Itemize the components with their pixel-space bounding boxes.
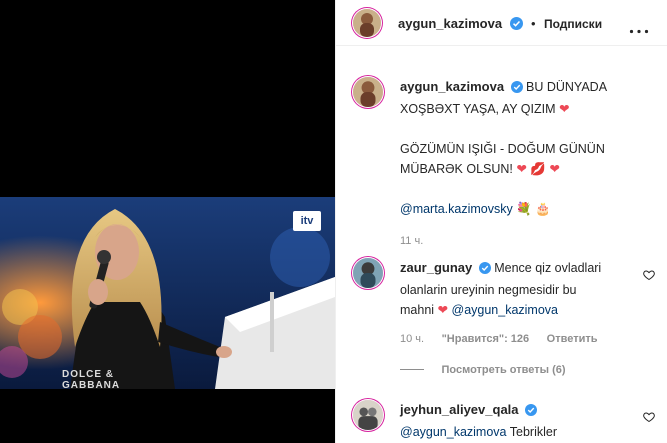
comment-mention-link[interactable]: @aygun_kazimova — [400, 425, 507, 439]
shirt-print: DOLCE & GABBANA — [62, 369, 172, 389]
more-options-icon[interactable] — [629, 21, 649, 34]
post-side-panel: aygun_kazimova • Подписки aygun_kazimova… — [335, 0, 667, 443]
verified-badge-icon — [509, 17, 523, 35]
comment-text-1: Mence qiz ovladlari — [494, 261, 602, 275]
avatar-image — [353, 77, 383, 107]
caption-text-3: GÖZÜMÜN IŞIĞI - DOĞUM GÜNÜN — [400, 142, 605, 156]
verified-badge-icon — [510, 79, 523, 99]
comment-line-2: @aygun_kazimova Tebrikler — [400, 422, 640, 442]
comment-username[interactable]: jeyhun_aliyev_qala — [400, 402, 519, 417]
following-button[interactable]: Подписки — [544, 17, 602, 31]
post-header: aygun_kazimova • Подписки — [336, 0, 667, 46]
heart-outline-icon[interactable] — [643, 268, 655, 286]
replies-divider — [400, 369, 424, 371]
verified-badge-icon — [525, 402, 537, 422]
comment-mention-link[interactable]: @aygun_kazimova — [452, 303, 559, 317]
caption-text-4: MÜBARƏK OLSUN! — [400, 162, 513, 176]
comment-item: zaur_gunay Mence qiz ovladlari olanlarin… — [400, 258, 640, 380]
video-frame[interactable]: itv DOLCE & GABBANA — [0, 197, 335, 389]
comment-meta-row: 10 ч. "Нравится": 126 Ответить — [400, 328, 640, 349]
bouquet-icon: 💐 — [516, 202, 532, 216]
header-user-row: aygun_kazimova • Подписки — [398, 15, 602, 35]
view-replies-button[interactable]: Посмотреть ответы (6) — [441, 364, 565, 376]
comment-avatar[interactable] — [353, 400, 383, 430]
comment-timestamp[interactable]: 10 ч. — [400, 333, 424, 345]
header-separator: • — [530, 16, 536, 31]
video-scene — [0, 197, 335, 389]
comment-line-2: olanlarin ureyinin negmesidir bu — [400, 280, 640, 300]
caption-mention-link[interactable]: @marta.kazimovsky — [400, 202, 513, 216]
view-replies-row[interactable]: Посмотреть ответы (6) — [400, 359, 640, 380]
caption-text-2: XOŞBƏXT YAŞA, AY QIZIM — [400, 102, 556, 116]
post-caption: aygun_kazimova BU DÜNYADA XOŞBƏXT YAŞA, … — [400, 77, 660, 251]
heart-outline-icon[interactable] — [643, 410, 655, 428]
comment-text-2: olanlarin ureyinin negmesidir bu — [400, 283, 577, 297]
comment-avatar[interactable] — [353, 258, 383, 288]
shirt-text: DOLCE & GABBANA — [62, 369, 121, 389]
verified-badge-icon — [478, 260, 491, 280]
avatar-image — [353, 258, 383, 288]
comment-text: Tebrikler — [509, 425, 557, 439]
caption-line-4: MÜBARƏK OLSUN! ❤ 💋 ❤ — [400, 159, 660, 179]
heart-icon: ❤ — [516, 162, 527, 176]
comment-username[interactable]: zaur_gunay — [400, 260, 472, 275]
avatar-image — [353, 400, 383, 430]
post-media[interactable]: itv DOLCE & GABBANA — [0, 0, 335, 443]
caption-line-2: XOŞBƏXT YAŞA, AY QIZIM ❤ — [400, 99, 660, 119]
comment-likes-count[interactable]: "Нравится": 126 — [442, 333, 530, 345]
comment-line-1: zaur_gunay Mence qiz ovladlari — [400, 258, 640, 280]
caption-text-1: BU DÜNYADA — [526, 80, 608, 94]
author-avatar[interactable] — [353, 9, 381, 37]
cake-icon: 🎂 — [535, 202, 551, 216]
author-username[interactable]: aygun_kazimova — [398, 16, 502, 31]
caption-avatar[interactable] — [353, 77, 383, 107]
caption-line-3: GÖZÜMÜN IŞIĞI - DOĞUM GÜNÜN — [400, 139, 660, 159]
kiss-lips-icon: 💋 — [530, 162, 546, 176]
avatar-image — [353, 9, 381, 37]
channel-logo: itv — [293, 211, 321, 231]
reply-button[interactable]: Ответить — [547, 333, 598, 345]
caption-username[interactable]: aygun_kazimova — [400, 79, 504, 94]
comment-line-3: mahni ❤ @aygun_kazimova — [400, 300, 640, 320]
caption-timestamp[interactable]: 11 ч. — [400, 231, 660, 251]
caption-line-1: aygun_kazimova BU DÜNYADA — [400, 77, 660, 99]
comment-line-1: jeyhun_aliyev_qala — [400, 400, 640, 422]
comment-item: jeyhun_aliyev_qala @aygun_kazimova Tebri… — [400, 400, 640, 442]
heart-icon: ❤ — [437, 303, 449, 317]
heart-icon: ❤ — [549, 162, 560, 176]
heart-icon: ❤ — [559, 102, 570, 116]
caption-line-5: @marta.kazimovsky 💐 🎂 — [400, 199, 660, 219]
comment-text-3: mahni — [400, 303, 435, 317]
channel-logo-text: itv — [300, 215, 314, 227]
